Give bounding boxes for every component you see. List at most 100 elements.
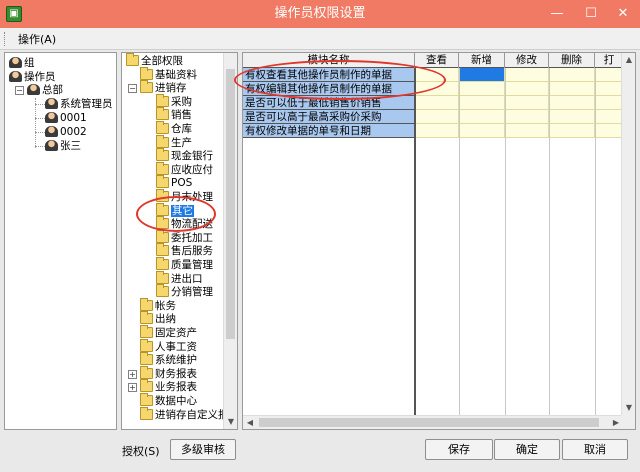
permission-cell[interactable] [459,68,505,82]
user-icon [45,140,58,151]
scroll-thumb[interactable] [259,418,599,427]
permission-cell[interactable] [549,96,595,110]
folder-icon [140,406,153,420]
tree-item-module[interactable]: 进销存自定义报 [140,406,229,422]
permission-cell[interactable] [459,96,505,110]
permission-cell[interactable] [415,110,459,124]
tree-item-module[interactable]: 财务报表 [140,365,197,381]
tree-user-item[interactable]: 系统管理员 [45,98,113,111]
permission-cell[interactable] [595,68,623,82]
column-header-edit[interactable]: 修改 [505,53,549,68]
column-header-print[interactable]: 打 [595,53,623,68]
permission-cell[interactable] [549,110,595,124]
permission-cell[interactable] [459,124,505,138]
tree-item-submodule[interactable]: 现金银行 [156,148,213,163]
permission-cell[interactable] [595,96,623,110]
tree-item-module[interactable]: 固定资产 [140,325,197,340]
permission-cell[interactable] [549,124,595,138]
module-tree-panel: 全部权限 基础资料 进销存 − 采购 销售 仓库 生产 现金银行 应收应付 POS 月末处理 其它 物流配… [121,52,238,430]
hq-icon [27,84,40,95]
permission-grid: 模块名称 查看 新增 修改 删除 打 有权查看其他操作员制作的单据 有权编辑其他… [242,52,636,430]
save-button[interactable]: 保存 [425,439,493,460]
column-header-add[interactable]: 新增 [459,53,505,68]
permission-cell[interactable] [549,82,595,96]
expand-toggle[interactable]: + [128,369,137,379]
permission-cell[interactable] [459,82,505,96]
minimize-button[interactable]: — [540,0,574,28]
toolbar-grip [4,32,7,46]
tree-item-submodule[interactable]: 质量管理 [156,257,213,272]
permission-cell[interactable] [549,68,595,82]
scroll-down-icon[interactable]: ▼ [622,401,635,415]
tree-item-group[interactable]: 组 [9,57,35,70]
permission-cell[interactable] [415,124,459,138]
tree-item-module[interactable]: 人事工资 [140,338,197,354]
permission-cell[interactable] [505,96,549,110]
permission-cell[interactable] [595,82,623,96]
folder-icon [126,53,139,66]
scroll-down-icon[interactable]: ▼ [224,415,237,429]
menu-operation[interactable]: 操作(A) [18,31,56,47]
operator-icon [9,71,22,82]
tree-item-submodule[interactable]: 委托加工 [156,229,213,245]
scroll-thumb[interactable] [226,69,235,339]
maximize-button[interactable]: ☐ [574,0,608,28]
menu-bar: 操作(A) [0,28,640,50]
tree-item-operator[interactable]: 操作员 [9,71,56,84]
tree-item-root[interactable]: 全部权限 [126,53,183,68]
folder-icon [140,365,153,379]
folder-icon [156,93,169,107]
tree-item-submodule[interactable]: 售后服务 [156,243,213,258]
folder-icon [140,352,153,366]
tree-item-submodule[interactable]: 分销管理 [156,284,213,299]
user-icon [45,126,58,137]
folder-icon [156,148,169,162]
column-header-view[interactable]: 查看 [415,53,459,68]
folder-icon [156,175,169,189]
grid-row-name[interactable]: 是否可以高于最高采购价采购 [243,110,415,124]
permission-cell[interactable] [505,68,549,82]
permission-cell[interactable] [459,110,505,124]
grid-row-name[interactable]: 有权修改单据的单号和日期 [243,124,415,138]
tree-item-submodule[interactable]: 应收应付 [156,161,213,177]
cancel-button[interactable]: 取消 [562,439,628,460]
user-icon [45,112,58,123]
grid-vertical-scrollbar[interactable]: ▲ ▼ [621,53,635,415]
permission-cell[interactable] [595,124,623,138]
tree-item-module[interactable]: 数据中心 [140,393,197,408]
scroll-corner [621,415,635,429]
tree-item-module[interactable]: 基础资料 [140,66,197,82]
folder-icon [140,338,153,352]
folder-icon [140,393,153,406]
tree-user-item[interactable]: 0002 [45,126,87,139]
permission-cell[interactable] [415,96,459,110]
expand-toggle[interactable]: + [128,383,137,393]
tree-user-item[interactable]: 0001 [45,112,87,125]
collapse-toggle[interactable]: − [15,86,24,95]
tree-user-item[interactable]: 张三 [45,140,81,153]
grid-horizontal-scrollbar[interactable]: ◀ ▶ [243,415,623,429]
module-tree-scrollbar[interactable]: ▼ [223,53,237,429]
auth-label[interactable]: 授权(S) [122,443,160,459]
permission-cell[interactable] [505,110,549,124]
title-bar: ▣ 操作员权限设置 — ☐ ✕ [0,0,640,28]
folder-icon [140,325,153,338]
column-header-delete[interactable]: 删除 [549,53,595,68]
multi-review-button[interactable]: 多级审核 [170,439,236,460]
tree-item-module[interactable]: 业务报表 [140,379,197,394]
close-button[interactable]: ✕ [606,0,640,28]
scroll-left-icon[interactable]: ◀ [243,416,257,429]
folder-icon [140,379,153,393]
folder-icon [156,270,169,284]
folder-icon [156,284,169,298]
permission-cell[interactable] [505,82,549,96]
folder-icon [140,80,153,94]
scroll-up-icon[interactable]: ▲ [622,53,635,67]
permission-cell[interactable] [505,124,549,138]
permission-cell[interactable] [595,110,623,124]
ok-button[interactable]: 确定 [494,439,560,460]
tree-item-module[interactable]: 系统维护 [140,352,197,367]
tree-item-hq[interactable]: 总部 [27,84,63,97]
annotation-ellipse-other [136,196,216,232]
collapse-toggle[interactable]: − [128,84,137,94]
